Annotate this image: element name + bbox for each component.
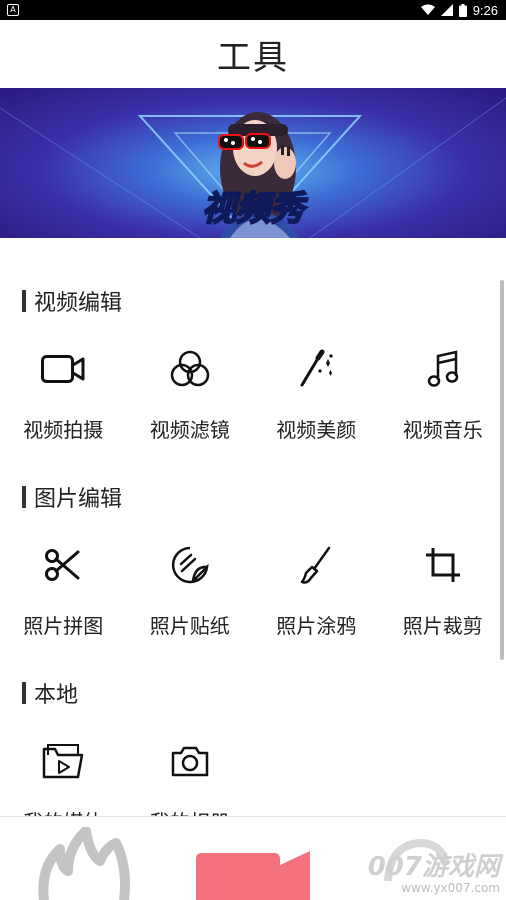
tool-video-filter[interactable]: 视频滤镜: [127, 342, 254, 452]
tool-my-media[interactable]: 我的媒体: [0, 734, 127, 816]
tool-my-album[interactable]: 我的相册: [127, 734, 254, 816]
tool-label: 视频美颜: [276, 418, 357, 442]
clock: 9:26: [472, 2, 498, 18]
tool-label: 视频音乐: [402, 418, 483, 442]
paintbrush-icon: [293, 542, 339, 588]
section-marker: [22, 682, 26, 704]
tool-label: 视频滤镜: [149, 418, 230, 442]
tool-label: 视频拍摄: [23, 418, 104, 442]
section-header-video-edit: 视频编辑: [22, 285, 122, 317]
svg-text:视频秀: 视频秀: [202, 189, 308, 229]
section-header-photo-edit: 图片编辑: [22, 481, 122, 513]
battery-icon: [458, 3, 467, 17]
tool-video-beauty[interactable]: 视频美颜: [253, 342, 380, 452]
app-notification-icon: A: [7, 4, 19, 16]
page-title: 工具: [217, 37, 289, 78]
record-video-tab-icon[interactable]: [192, 851, 314, 900]
sticker-icon: [167, 542, 213, 588]
watermark-title: 007游戏网: [367, 852, 500, 882]
photo-tools-grid: 照片拼图 照片贴纸 照片涂鸦 照片裁剪: [0, 538, 506, 648]
music-note-icon: [420, 346, 466, 392]
filter-circles-icon: [167, 346, 213, 392]
watermark-url: www.yx007.com: [401, 881, 500, 895]
section-header-local: 本地: [22, 677, 78, 709]
tool-label: 照片裁剪: [402, 614, 483, 638]
video-tools-grid: 视频拍摄 视频滤镜 视频美颜 视频音乐: [0, 342, 506, 452]
tool-photo-collage[interactable]: 照片拼图: [0, 538, 127, 648]
camera-icon: [167, 738, 213, 784]
tool-label: 我的相册: [150, 806, 230, 816]
status-bar: A 9:26: [0, 0, 506, 20]
section-title: 视频编辑: [34, 291, 123, 316]
scrollbar[interactable]: [500, 280, 504, 660]
section-title: 图片编辑: [34, 487, 123, 512]
scissors-icon: [40, 542, 86, 588]
section-title: 本地: [34, 683, 79, 708]
tool-label: 我的媒体: [23, 806, 103, 816]
section-marker: [22, 290, 26, 312]
wifi-icon: [420, 4, 435, 15]
signal-icon: [440, 4, 453, 16]
app-header: 工具: [0, 20, 506, 88]
watermark: 007游戏网 www.yx007.com: [368, 846, 500, 895]
tool-label: 照片拼图: [23, 614, 104, 638]
magic-wand-icon: [293, 346, 339, 392]
media-folder-icon: [40, 738, 86, 784]
section-marker: [22, 486, 26, 508]
tool-video-shoot[interactable]: 视频拍摄: [0, 342, 127, 452]
tool-video-music[interactable]: 视频音乐: [380, 342, 506, 452]
promo-banner[interactable]: 视频秀: [0, 88, 506, 238]
video-camera-icon: [40, 346, 86, 392]
local-tools-grid: 我的媒体 我的相册: [0, 734, 506, 816]
flame-icon[interactable]: [38, 827, 130, 900]
tool-photo-doodle[interactable]: 照片涂鸦: [253, 538, 380, 648]
tool-label: 照片涂鸦: [276, 614, 357, 638]
tools-panel[interactable]: 视频编辑 视频拍摄 视频滤镜 视频美颜 视频音乐 图片编辑 照片拼图 照片贴纸 …: [0, 238, 506, 816]
tool-label: 照片贴纸: [149, 614, 230, 638]
banner-title-graphic: 视频秀: [201, 188, 309, 230]
crop-icon: [420, 542, 466, 588]
tool-photo-crop[interactable]: 照片裁剪: [380, 538, 506, 648]
tool-photo-sticker[interactable]: 照片贴纸: [127, 538, 254, 648]
